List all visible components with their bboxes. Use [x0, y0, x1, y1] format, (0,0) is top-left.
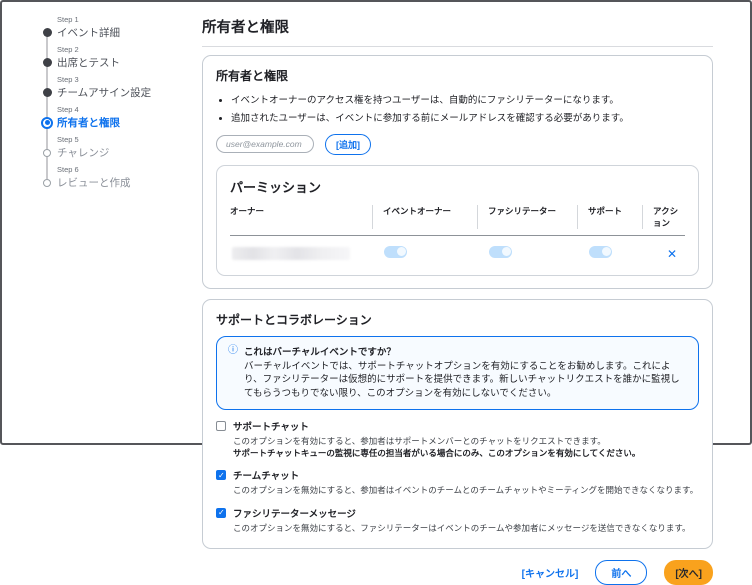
event-owner-toggle[interactable] [384, 246, 407, 258]
next-button[interactable]: [次へ] [664, 560, 713, 585]
owners-permissions-card: 所有者と権限 イベントオーナーのアクセス権を持つユーザーは、自動的にファシリテー… [202, 55, 713, 289]
stepper-step-3[interactable]: Step 3 チームアサイン設定 [37, 75, 200, 100]
cancel-link[interactable]: [キャンセル] [522, 565, 579, 580]
facilitator-message-desc: このオプションを無効にすると、ファシリテーターはイベントのチームや参加者にメッセ… [233, 522, 699, 534]
info-icon: ⓘ [228, 344, 238, 401]
step-active-radio-icon [37, 117, 57, 129]
support-chat-warning: サポートチャットキューの監視に専任の担当者がいる場合にのみ、このオプションを有効… [233, 447, 699, 459]
add-user-button[interactable]: [追加] [325, 134, 371, 155]
step-number: Step 1 [57, 15, 200, 24]
add-user-email-input[interactable] [216, 135, 314, 153]
step-title: 所有者と権限 [57, 115, 120, 130]
facilitator-message-label: ファシリテーターメッセージ [233, 506, 356, 520]
facilitator-message-checkbox[interactable] [216, 508, 226, 518]
permissions-table-card: パーミッション オーナー イベントオーナー ファシリテーター サポート アクショ… [216, 165, 699, 276]
alert-title: これはバーチャルイベントですか？ [244, 344, 687, 358]
support-toggle[interactable] [589, 246, 612, 258]
page-title: 所有者と権限 [202, 16, 713, 37]
footer-actions: [キャンセル] 前へ [次へ] [202, 560, 713, 585]
option-facilitator-message: ファシリテーターメッセージ このオプションを無効にすると、ファシリテーターはイベ… [216, 506, 699, 534]
remove-user-x-icon[interactable]: ✕ [667, 247, 677, 261]
owners-card-title: 所有者と権限 [216, 67, 699, 84]
step-todo-icon [37, 149, 57, 157]
step-title: レビューと作成 [57, 175, 131, 190]
step-title: チームアサイン設定 [57, 85, 151, 100]
title-divider [202, 46, 713, 47]
step-title: チャレンジ [57, 145, 109, 160]
step-done-icon [37, 28, 57, 37]
step-number: Step 4 [57, 105, 200, 114]
support-chat-checkbox[interactable] [216, 421, 226, 431]
option-team-chat: チームチャット このオプションを無効にすると、参加者はイベントのチームとのチーム… [216, 468, 699, 496]
wizard-stepper: Step 1 イベント詳細 Step 2 出席とテスト Step 3 チームアサ… [2, 2, 200, 443]
stepper-step-4-active[interactable]: Step 4 所有者と権限 [37, 105, 200, 130]
support-card-title: サポートとコラボレーション [216, 311, 699, 328]
column-owner: オーナー [230, 205, 372, 229]
step-todo-icon [37, 179, 57, 187]
option-support-chat: サポートチャット このオプションを有効にすると、参加者はサポートメンバーとのチャ… [216, 419, 699, 460]
bullet-auto-facilitator: イベントオーナーのアクセス権を持つユーザーは、自動的にファシリテーターになります… [231, 92, 699, 106]
support-chat-desc: このオプションを有効にすると、参加者はサポートメンバーとのチャットをリクエストで… [233, 435, 699, 447]
stepper-step-6[interactable]: Step 6 レビューと作成 [37, 165, 200, 190]
column-action: アクション [642, 205, 685, 229]
bullet-email-confirm: 追加されたユーザーは、イベントに参加する前にメールアドレスを確認する必要がありま… [231, 110, 699, 124]
back-button[interactable]: 前へ [595, 560, 647, 585]
owner-name-redacted [232, 247, 350, 260]
support-collaboration-card: サポートとコラボレーション ⓘ これはバーチャルイベントですか？ バーチャルイベ… [202, 299, 713, 550]
permissions-table-row: ✕ [230, 236, 685, 263]
alert-body: バーチャルイベントでは、サポートチャットオプションを有効にすることをお勧めします… [244, 360, 687, 401]
stepper-step-5[interactable]: Step 5 チャレンジ [37, 135, 200, 160]
virtual-event-info-alert: ⓘ これはバーチャルイベントですか？ バーチャルイベントでは、サポートチャットオ… [216, 336, 699, 410]
stepper-step-2[interactable]: Step 2 出席とテスト [37, 45, 200, 70]
permissions-table-header: オーナー イベントオーナー ファシリテーター サポート アクション [230, 205, 685, 236]
step-number: Step 2 [57, 45, 200, 54]
support-chat-label: サポートチャット [233, 419, 309, 433]
stepper-step-1[interactable]: Step 1 イベント詳細 [37, 15, 200, 40]
main-content: 所有者と権限 所有者と権限 イベントオーナーのアクセス権を持つユーザーは、自動的… [200, 2, 750, 443]
step-done-icon [37, 58, 57, 67]
column-support: サポート [577, 205, 642, 229]
team-chat-desc: このオプションを無効にすると、参加者はイベントのチームとのチームチャットやミーテ… [233, 484, 699, 496]
column-facilitator: ファシリテーター [477, 205, 577, 229]
column-event-owner: イベントオーナー [372, 205, 477, 229]
step-done-icon [37, 88, 57, 97]
facilitator-toggle[interactable] [489, 246, 512, 258]
step-number: Step 6 [57, 165, 200, 174]
owners-info-bullets: イベントオーナーのアクセス権を持つユーザーは、自動的にファシリテーターになります… [216, 92, 699, 124]
step-title: イベント詳細 [57, 25, 120, 40]
stepper-connector-line [46, 32, 48, 179]
team-chat-checkbox[interactable] [216, 470, 226, 480]
permissions-title: パーミッション [230, 177, 685, 196]
step-number: Step 5 [57, 135, 200, 144]
step-title: 出席とテスト [57, 55, 120, 70]
step-number: Step 3 [57, 75, 200, 84]
team-chat-label: チームチャット [233, 468, 299, 482]
